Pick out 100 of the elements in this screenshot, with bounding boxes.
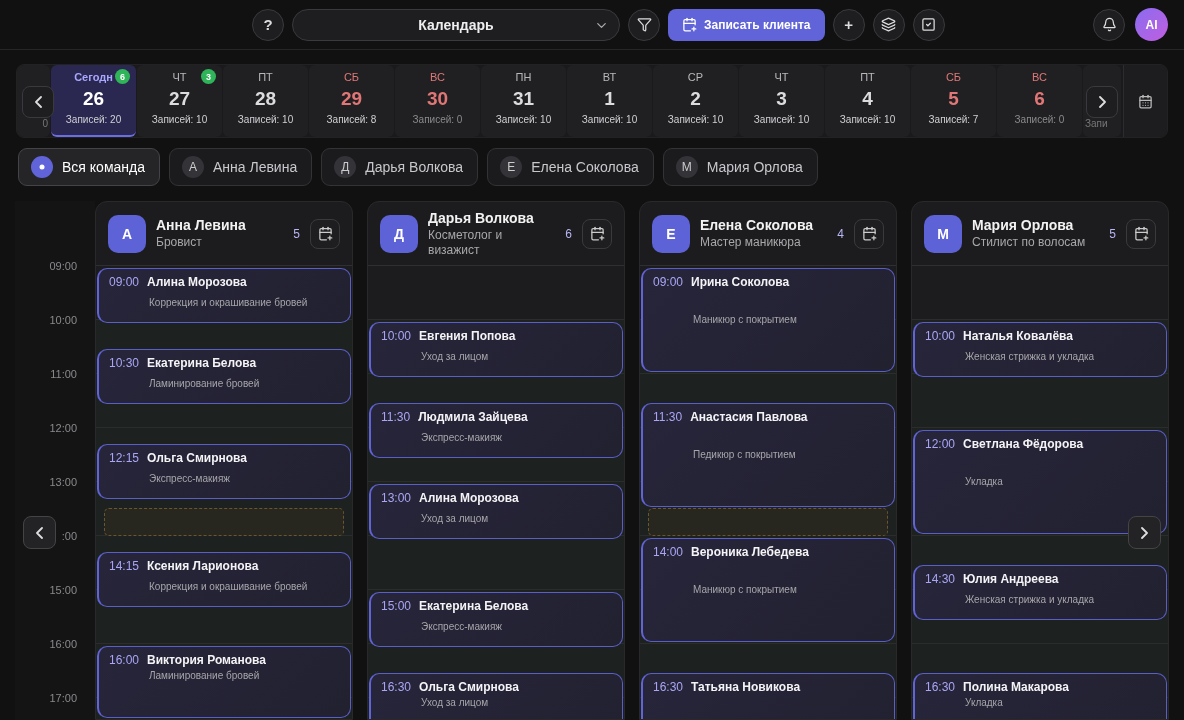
scroll-right-button[interactable] — [1128, 516, 1161, 549]
appointment-card[interactable]: 16:00 Виктория Романова Ламинирование бровей — [97, 646, 351, 718]
layers-icon — [881, 17, 897, 32]
team-filter-chip[interactable]: Д Дарья Волкова — [321, 148, 479, 186]
day-tab[interactable]: Сегодн 26 Записей: 20 6 — [51, 65, 136, 137]
scroll-left-button[interactable] — [23, 516, 56, 549]
service-name: Женская стрижка и укладка — [965, 594, 1095, 606]
tasks-button[interactable] — [912, 8, 945, 41]
time-label: :00 — [61, 529, 77, 544]
appointment-card[interactable]: 13:00 Алина Морозова Уход за лицом — [369, 484, 623, 540]
add-appointment-button[interactable] — [854, 218, 884, 249]
day-weekday: Сегодн — [74, 71, 113, 85]
time-label: 17:00 — [49, 691, 77, 706]
user-avatar[interactable]: AI — [1135, 8, 1168, 41]
time-label: 11:00 — [50, 367, 77, 382]
day-tab[interactable]: ВС 30 Записей: 0 — [395, 65, 480, 137]
day-tab[interactable]: ЧТ 3 Записей: 10 — [739, 65, 824, 137]
previous-button[interactable] — [22, 86, 54, 118]
appointment-card[interactable]: 10:00 Наталья Ковалёва Женская стрижка и укладка — [913, 322, 1167, 378]
team-filter-chip[interactable]: Е Елена Соколова — [487, 148, 654, 186]
add-appointment-button[interactable] — [582, 218, 612, 249]
client-name: Наталья Ковалёва — [963, 329, 1073, 343]
day-tab[interactable]: СБ 5 Записей: 7 — [911, 65, 996, 137]
member-initial: М — [675, 156, 698, 178]
client-name: Ирина Соколова — [691, 275, 790, 289]
appointment-card[interactable]: 16:30 Полина Макарова Укладка — [913, 673, 1167, 719]
add-button[interactable]: + — [832, 8, 865, 41]
staff-name: Дарья Волкова — [428, 209, 535, 226]
day-date: 28 — [254, 88, 277, 110]
appointment-time: 12:00 — [925, 437, 956, 451]
chevron-left-icon — [34, 96, 42, 108]
day-weekday: ВС — [430, 71, 445, 85]
appointment-time: 11:30 — [653, 410, 683, 424]
view-select[interactable]: Календарь — [292, 8, 620, 41]
appointment-card[interactable]: 14:30 Юлия Андреева Женская стрижка и укладка — [913, 565, 1167, 621]
appointment-card[interactable]: 09:00 Ирина Соколова Маникюр с покрытием — [641, 268, 895, 372]
add-appointment-button[interactable] — [1126, 218, 1156, 249]
day-tab[interactable]: СБ 29 Записей: 8 — [309, 65, 394, 137]
client-name: Виктория Романова — [147, 653, 266, 667]
appointment-card[interactable]: 14:15 Ксения Ларионова Коррекция и окрашивание бровей — [97, 551, 351, 607]
member-initial: Е — [500, 156, 523, 178]
day-tab[interactable]: ПТ 4 Записей: 10 — [825, 65, 910, 137]
appointment-count: 5 — [293, 226, 300, 241]
member-initial: Д — [334, 156, 357, 178]
day-date: 6 — [1034, 88, 1045, 110]
appointment-card[interactable]: 14:00 Вероника Лебедева Маникюр с покрытием — [641, 538, 895, 642]
day-count: Записей: 20 — [65, 114, 122, 125]
appointment-time: 14:30 — [925, 572, 956, 586]
day-count: Записей: 10 — [495, 114, 552, 125]
appointment-card[interactable]: 11:30 Людмила Зайцева Экспресс-макияж — [369, 403, 623, 459]
day-weekday: СБ — [945, 71, 962, 85]
appointment-card[interactable]: 10:30 Екатерина Белова Ламинирование бровей — [97, 349, 351, 405]
client-name: Ольга Смирнова — [147, 450, 247, 465]
service-name: Экспресс-макияж — [421, 432, 503, 444]
layers-button[interactable] — [872, 8, 905, 41]
team-filter-chip[interactable]: Вся команда — [18, 148, 160, 186]
client-name: Юлия Андреева — [963, 572, 1059, 586]
client-name: Полина Макарова — [963, 680, 1069, 694]
day-weekday: ЧТ — [172, 71, 187, 85]
appointment-card[interactable]: 16:30 Татьяна Новикова — [641, 673, 895, 719]
dot-icon — [31, 156, 53, 178]
appointment-card[interactable]: 12:15 Ольга Смирнова Экспресс-макияж — [97, 443, 351, 499]
calendar-plus-icon — [589, 226, 605, 241]
next-button[interactable] — [1086, 86, 1118, 118]
day-tab[interactable]: СР 2 Записей: 10 — [653, 65, 738, 137]
appointment-card[interactable]: 15:00 Екатерина Белова Экспресс-макияж — [369, 592, 623, 648]
team-filter-chip[interactable]: М Мария Орлова — [662, 148, 818, 186]
filter-button[interactable] — [628, 8, 660, 41]
day-tab[interactable]: ЧТ 27 Записей: 10 3 — [137, 65, 222, 137]
calendar-plus-icon — [317, 226, 333, 241]
day-tab[interactable]: ПТ 28 Записей: 10 — [223, 65, 308, 137]
day-count: Записей: 10 — [667, 114, 724, 125]
appointment-time: 16:00 — [109, 653, 140, 667]
add-appointment-button[interactable] — [310, 218, 340, 249]
appointment-card[interactable]: 10:00 Евгения Попова Уход за лицом — [369, 322, 623, 378]
day-tab[interactable]: ВТ 1 Записей: 10 — [567, 65, 652, 137]
day-tab[interactable]: ПН 31 Записей: 10 — [481, 65, 566, 137]
day-tab[interactable]: ВС 6 Записей: 0 — [997, 65, 1082, 137]
day-weekday: СР — [687, 71, 704, 85]
day-count: Записей: 8 — [326, 114, 377, 125]
staff-name: Мария Орлова — [972, 217, 1075, 233]
appointment-time: 14:00 — [653, 545, 684, 559]
book-client-button[interactable]: Записать клиента — [668, 8, 825, 41]
day-weekday: ПТ — [860, 71, 875, 85]
appointment-card[interactable]: 09:00 Алина Морозова Коррекция и окрашивание бровей — [97, 268, 351, 324]
team-filter-chip[interactable]: А Анна Левина — [169, 148, 313, 186]
calendar-button[interactable] — [1123, 65, 1167, 137]
appointment-card[interactable]: 16:30 Ольга Смирнова Уход за лицом — [369, 673, 623, 719]
client-name: Анастасия Павлова — [690, 410, 808, 424]
calendar-plus-icon — [861, 226, 877, 241]
day-date: 5 — [948, 88, 959, 110]
client-name: Людмила Зайцева — [418, 410, 528, 424]
appointment-card[interactable]: 12:00 Светлана Фёдорова Укладка — [913, 430, 1167, 534]
staff-avatar: А — [108, 214, 146, 253]
time-label: 10:00 — [49, 313, 77, 328]
help-button[interactable]: ? — [252, 8, 284, 41]
appointment-time: 15:00 — [381, 599, 412, 613]
notifications-button[interactable] — [1093, 8, 1125, 41]
service-name: Уход за лицом — [421, 697, 489, 708]
appointment-card[interactable]: 11:30 Анастасия Павлова Педикюр с покрытием — [641, 403, 895, 507]
